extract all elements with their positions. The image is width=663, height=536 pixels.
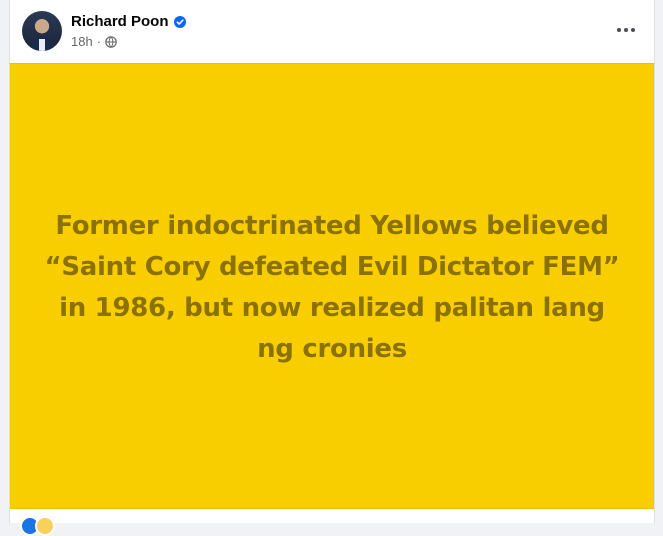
avatar-collar (39, 39, 45, 51)
post-meta: 18h · (71, 34, 117, 49)
post-header: Richard Poon 18h · (10, 0, 654, 62)
post-timestamp[interactable]: 18h (71, 34, 93, 49)
haha-icon (35, 516, 55, 536)
status-text: Former indoctrinated Yellows believed “S… (44, 211, 620, 364)
more-dot-icon (617, 28, 621, 32)
status-background: Former indoctrinated Yellows believed “S… (10, 63, 654, 509)
more-dot-icon (624, 28, 628, 32)
feed-post: Richard Poon 18h · Former indoctrinated … (9, 0, 655, 536)
author-name[interactable]: Richard Poon (71, 13, 169, 30)
author-line: Richard Poon (71, 13, 186, 30)
reactions-summary[interactable] (20, 516, 55, 536)
author-avatar[interactable] (22, 11, 62, 51)
more-dot-icon (631, 28, 635, 32)
more-options-button[interactable] (608, 15, 644, 45)
globe-icon[interactable] (105, 35, 117, 48)
verified-badge-icon (173, 15, 186, 28)
meta-separator: · (96, 34, 102, 49)
